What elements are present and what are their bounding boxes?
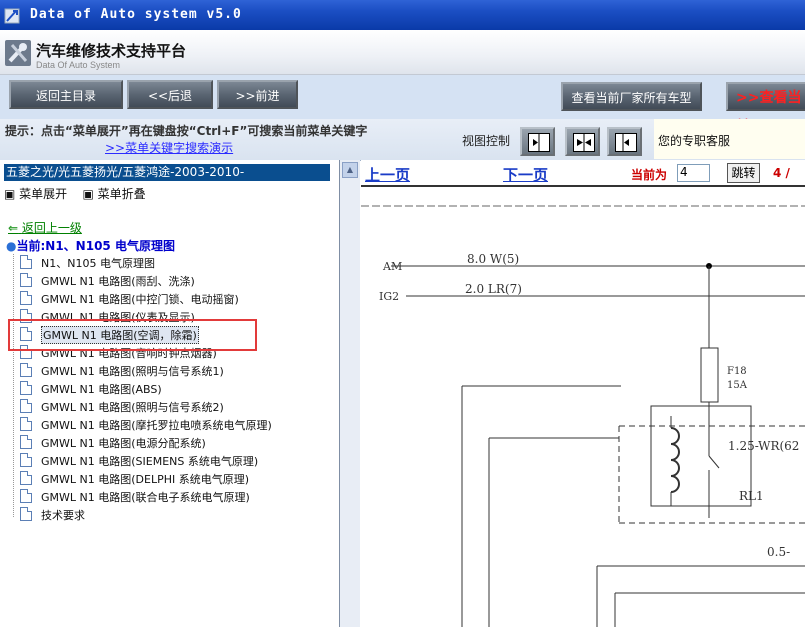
app-icon — [4, 8, 20, 24]
hint-text: 提示：点击“菜单展开”再在键盘按“Ctrl+F”可搜索当前菜单关键字 — [5, 124, 368, 138]
document-icon — [20, 291, 32, 305]
expand-toggle[interactable]: ▣ 菜单展开 — [4, 187, 67, 201]
tree-item-label: GMWL N1 电路图(摩托罗拉电喷系统电气原理) — [41, 419, 272, 432]
label-wire1: 8.0 W(5) — [467, 252, 519, 266]
document-nav: 上一页 下一页 当前为 4 跳转 4 / — [361, 160, 805, 185]
tree-item-label: GMWL N1 电路图(照明与信号系统2) — [41, 401, 224, 414]
label-ig2: IG2 — [379, 290, 399, 303]
back-button[interactable]: <<后退 — [127, 80, 213, 109]
tree-item-label: GMWL N1 电路图(照明与信号系统1) — [41, 365, 224, 378]
document-icon — [20, 471, 32, 485]
circuit-diagram-svg: AM IG2 8.0 W(5) 2.0 LR(7) F18 15A 1.25-W… — [361, 205, 805, 627]
tree-item-label: GMWL N1 电路图(ABS) — [41, 383, 162, 396]
collapse-label: 菜单折叠 — [97, 187, 146, 201]
label-relay: RL1 — [739, 489, 764, 503]
home-button[interactable]: 返回主目录 — [9, 80, 123, 109]
back-up-label: 返回上一级 — [21, 221, 82, 235]
page-number-input[interactable]: 4 — [677, 164, 710, 182]
wrench-icon — [5, 40, 31, 66]
tree-item-label: GMWL N1 电路图(联合电子系统电气原理) — [41, 491, 250, 504]
label-wire4: 0.5- — [767, 545, 790, 559]
view-current-button[interactable]: >>查看当前 — [726, 82, 805, 135]
circuit-diagram: AM IG2 8.0 W(5) 2.0 LR(7) F18 15A 1.25-W… — [361, 188, 805, 627]
menu-controls: ▣ 菜单展开 ▣ 菜单折叠 — [4, 185, 146, 202]
tree-item-label: GMWL N1 电路图(电源分配系统) — [41, 437, 206, 450]
collapse-toggle[interactable]: ▣ 菜单折叠 — [82, 187, 145, 201]
document-icon — [20, 363, 32, 377]
toolbar: 返回主目录 <<后退 >>前进 查看当前厂家所有车型 >>查看当前 — [0, 75, 805, 135]
page-count: 4 / — [773, 166, 790, 180]
document-icon — [20, 507, 32, 521]
document-icon — [20, 255, 32, 269]
view-expand-left-button[interactable] — [607, 127, 642, 156]
expand-right-icon — [528, 133, 550, 152]
current-node: ●当前:N1、N105 电气原理图 — [6, 237, 175, 254]
back-arrow-icon: ⇐ — [8, 221, 19, 235]
menu-panel: 五菱之光/光五菱扬光/五菱鸿途-2003-2010- ▣ 菜单展开 ▣ 菜单折叠… — [0, 160, 340, 627]
doc-divider — [361, 185, 805, 187]
label-wire2: 2.0 LR(7) — [465, 282, 522, 296]
hint-bar: 提示：点击“菜单展开”再在键盘按“Ctrl+F”可搜索当前菜单关键字 >>菜单关… — [0, 119, 805, 161]
agent-panel: 您的专职客服 — [654, 119, 805, 159]
agent-label: 您的专职客服 — [658, 134, 731, 148]
window-title: Data of Auto system v5.0 — [30, 7, 242, 22]
document-icon — [20, 417, 32, 431]
tree-item-label: GMWL N1 电路图(中控门锁、电动摇窗) — [41, 293, 239, 306]
app-name: 汽车维修技术支持平台 — [36, 42, 187, 60]
app-subtitle: Data Of Auto System — [36, 60, 121, 70]
title-bar: Data of Auto system v5.0 — [0, 0, 805, 30]
label-wire3: 1.25-WR(62 — [728, 439, 799, 453]
document-icon — [20, 489, 32, 503]
tree-item-label: GMWL N1 电路图(DELPHI 系统电气原理) — [41, 473, 250, 486]
vertical-scrollbar[interactable]: ▲ — [340, 160, 360, 627]
tree-item-label: GMWL N1 电路图(SIEMENS 系统电气原理) — [41, 455, 259, 468]
expand-label: 菜单展开 — [19, 187, 68, 201]
view-expand-right-button[interactable] — [520, 127, 555, 156]
label-fuse-amp: 15A — [727, 380, 748, 391]
label-am: AM — [382, 260, 402, 273]
scroll-up-icon[interactable]: ▲ — [342, 162, 358, 178]
document-icon — [20, 381, 32, 395]
tree-item-label: GMWL N1 电路图(雨刮、洗涤) — [41, 275, 195, 288]
person-icon: ● — [6, 239, 17, 253]
all-models-button[interactable]: 查看当前厂家所有车型 — [561, 82, 702, 111]
search-demo-link[interactable]: >>菜单关键字搜索演示 — [105, 139, 233, 156]
document-icon — [20, 273, 32, 287]
document-icon — [20, 399, 32, 413]
current-node-label: 当前:N1、N105 电气原理图 — [16, 239, 175, 253]
expand-left-icon — [615, 133, 637, 152]
app-header: 汽车维修技术支持平台 Data Of Auto System — [0, 30, 805, 75]
selection-highlight-box — [8, 319, 257, 351]
view-split-button[interactable] — [565, 127, 600, 156]
document-icon — [20, 435, 32, 449]
forward-button[interactable]: >>前进 — [217, 80, 298, 109]
tree-item-label: 技术要求 — [41, 509, 85, 522]
breadcrumb: 五菱之光/光五菱扬光/五菱鸿途-2003-2010- — [4, 164, 330, 181]
back-up-link[interactable]: ⇐ 返回上一级 — [8, 219, 82, 236]
next-page-link[interactable]: 下一页 — [503, 164, 548, 185]
jump-button[interactable]: 跳转 — [727, 163, 760, 183]
current-page-label: 当前为 — [631, 168, 668, 182]
tree-item-label: N1、N105 电气原理图 — [41, 257, 155, 270]
document-icon — [20, 453, 32, 467]
prev-page-link[interactable]: 上一页 — [365, 164, 410, 185]
view-control-label: 视图控制 — [462, 134, 511, 148]
split-icon — [573, 133, 595, 152]
label-fuse: F18 — [727, 366, 747, 377]
